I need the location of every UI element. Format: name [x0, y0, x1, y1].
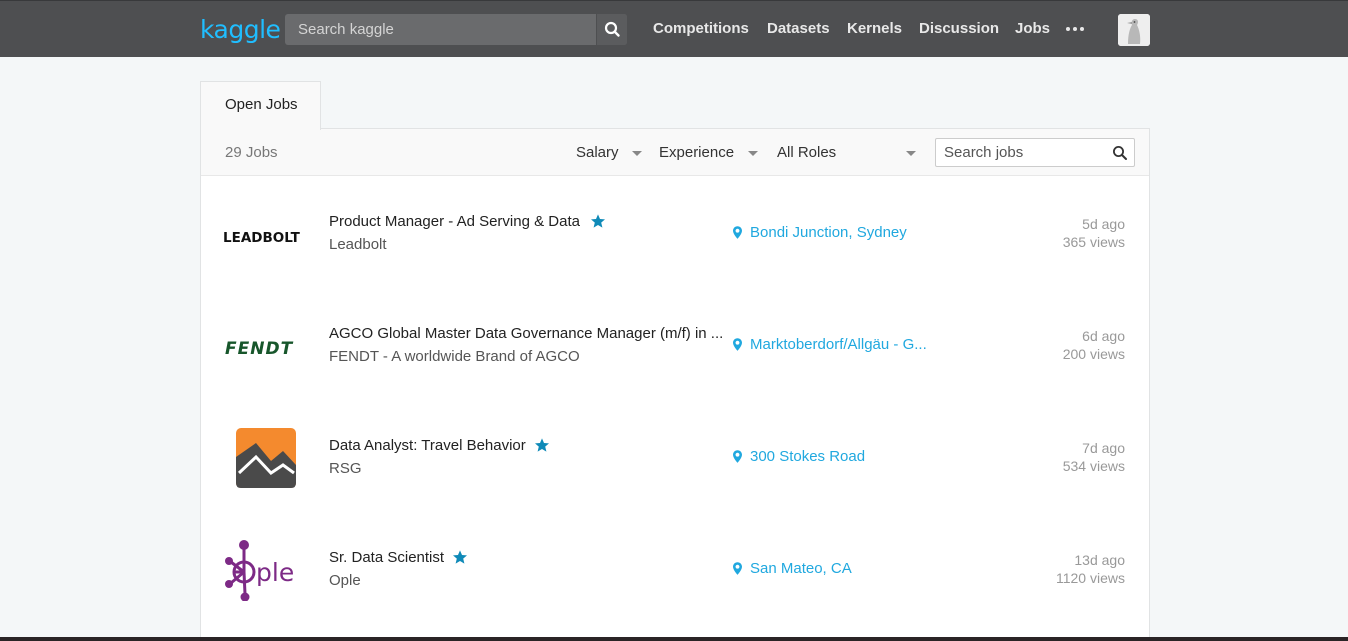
featured-star-icon	[591, 214, 605, 228]
job-row[interactable]: ple Sr. Data Scientist Ople San Mateo, C…	[201, 513, 1149, 625]
search-icon	[604, 21, 620, 37]
chevron-down-icon[interactable]	[632, 151, 642, 156]
posted-age: 5d ago	[1082, 216, 1125, 232]
job-location[interactable]: San Mateo, CA	[733, 560, 852, 577]
job-location-label: San Mateo, CA	[750, 560, 852, 577]
nav-kernels[interactable]: Kernels	[847, 20, 902, 37]
experience-filter[interactable]: Experience	[659, 144, 734, 161]
avatar-image	[1118, 14, 1150, 46]
rsg-logo	[221, 423, 309, 489]
ople-logo: ple	[221, 535, 309, 602]
job-title[interactable]: Product Manager - Ad Serving & Data	[329, 213, 580, 230]
view-count: 1120 views	[1055, 570, 1125, 586]
job-meta: 13d ago 1120 views	[1056, 551, 1125, 587]
salary-filter[interactable]: Salary	[576, 144, 619, 161]
featured-star-icon	[535, 438, 549, 452]
job-location-label: Marktoberdorf/Allgäu - G...	[750, 336, 927, 353]
chevron-down-icon[interactable]	[748, 151, 758, 156]
company-name: FENDT - A worldwide Brand of AGCO	[329, 348, 580, 365]
job-meta: 5d ago 365 views	[1063, 215, 1125, 251]
job-search	[935, 138, 1135, 167]
search-icon[interactable]	[1112, 145, 1128, 161]
bottom-edge	[0, 637, 1348, 641]
job-title[interactable]: Data Analyst: Travel Behavior	[329, 437, 526, 454]
featured-star-icon	[453, 550, 467, 564]
user-avatar[interactable]	[1118, 14, 1150, 46]
svg-text:LEADBOLT: LEADBOLT	[223, 230, 301, 246]
nav-jobs[interactable]: Jobs	[1015, 20, 1050, 37]
job-row[interactable]: LEADBOLT Product Manager - Ad Serving & …	[201, 177, 1149, 289]
job-location[interactable]: Marktoberdorf/Allgäu - G...	[733, 336, 927, 353]
site-search-button[interactable]	[596, 14, 627, 45]
tab-open-jobs[interactable]: Open Jobs	[200, 81, 321, 130]
nav-discussion[interactable]: Discussion	[919, 20, 999, 37]
location-pin-icon	[733, 450, 742, 463]
company-name: Leadbolt	[329, 236, 387, 253]
posted-age: 7d ago	[1082, 440, 1125, 456]
company-name: RSG	[329, 460, 362, 477]
location-pin-icon	[733, 562, 742, 575]
job-location[interactable]: Bondi Junction, Sydney	[733, 224, 907, 241]
tab-open-jobs-label: Open Jobs	[225, 96, 298, 113]
roles-filter[interactable]: All Roles	[777, 144, 836, 161]
svg-text:ple: ple	[256, 558, 294, 587]
job-location-label: Bondi Junction, Sydney	[750, 224, 907, 241]
view-count: 365 views	[1062, 234, 1125, 250]
posted-age: 13d ago	[1074, 552, 1125, 568]
job-location-label: 300 Stokes Road	[750, 448, 866, 465]
job-count: 29 Jobs	[225, 144, 278, 161]
site-search-input[interactable]	[285, 14, 597, 45]
job-search-input[interactable]	[936, 139, 1108, 166]
svg-text:FENDT: FENDT	[225, 339, 294, 359]
nav-datasets[interactable]: Datasets	[767, 20, 830, 37]
job-row[interactable]: FENDT AGCO Global Master Data Governance…	[201, 289, 1149, 401]
posted-age: 6d ago	[1082, 328, 1125, 344]
location-pin-icon	[733, 338, 742, 351]
job-title[interactable]: AGCO Global Master Data Governance Manag…	[329, 325, 723, 342]
kaggle-logo[interactable]: kaggle	[200, 15, 281, 44]
filter-bar: 29 Jobs Salary Experience All Roles	[201, 129, 1149, 176]
job-title[interactable]: Sr. Data Scientist	[329, 549, 444, 566]
job-meta: 7d ago 534 views	[1063, 439, 1125, 475]
chevron-down-icon[interactable]	[906, 151, 916, 156]
job-meta: 6d ago 200 views	[1063, 327, 1125, 363]
leadbolt-logo: LEADBOLT	[221, 199, 309, 265]
more-menu-icon[interactable]	[1064, 19, 1086, 39]
job-row[interactable]: Data Analyst: Travel Behavior RSG 300 St…	[201, 401, 1149, 513]
fendt-logo: FENDT	[221, 311, 309, 377]
job-location[interactable]: 300 Stokes Road	[733, 448, 865, 465]
jobs-panel: 29 Jobs Salary Experience All Roles LEAD…	[200, 128, 1150, 641]
nav-competitions[interactable]: Competitions	[653, 20, 749, 37]
company-name: Ople	[329, 572, 361, 589]
location-pin-icon	[733, 226, 742, 239]
view-count: 534 views	[1062, 458, 1125, 474]
top-navbar: kaggle Competitions Datasets Kernels Dis…	[0, 0, 1348, 57]
view-count: 200 views	[1062, 346, 1125, 362]
site-search	[285, 14, 627, 45]
